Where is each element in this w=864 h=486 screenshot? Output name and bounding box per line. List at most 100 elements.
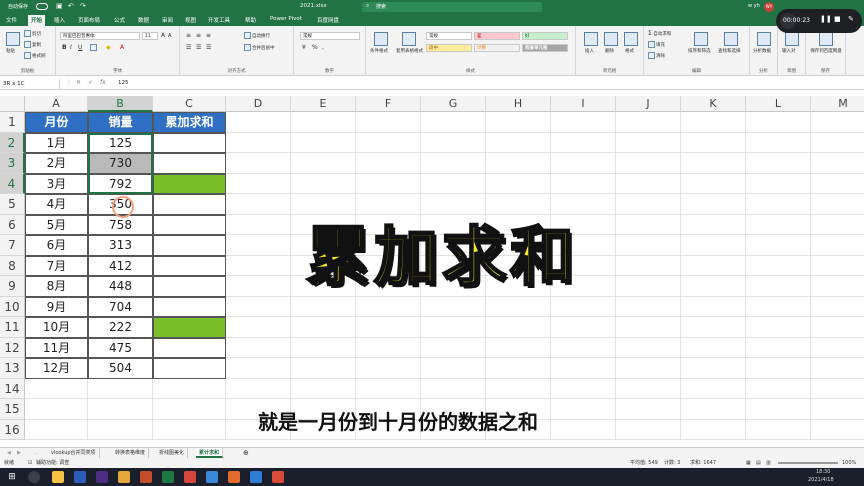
row-header-10[interactable]: 10 xyxy=(0,296,25,317)
tab-insert[interactable]: 插入 xyxy=(54,16,65,24)
cell[interactable] xyxy=(616,399,681,420)
table-header-cell[interactable]: 月份 xyxy=(25,112,88,133)
app-icon-4[interactable] xyxy=(250,471,262,483)
cell[interactable] xyxy=(226,317,291,338)
wrap-text-button[interactable]: 自动换行 xyxy=(244,32,270,39)
table-header-cell[interactable]: 累加求和 xyxy=(153,112,226,133)
cut-button[interactable]: 剪切 xyxy=(24,30,41,37)
number-format-select[interactable]: 常规 xyxy=(300,32,360,40)
cell[interactable] xyxy=(616,276,681,297)
align-top-icon[interactable]: ≡ xyxy=(186,32,191,39)
cell[interactable] xyxy=(551,378,616,399)
align-left-icon[interactable]: ☰ xyxy=(186,44,191,51)
cell[interactable] xyxy=(616,296,681,317)
align-right-icon[interactable]: ☰ xyxy=(206,44,211,51)
cell[interactable] xyxy=(746,173,811,194)
tab-developer[interactable]: 开发工具 xyxy=(208,16,230,24)
cell[interactable] xyxy=(811,235,864,256)
column-header-c[interactable]: C xyxy=(153,96,226,112)
autosave-toggle[interactable] xyxy=(36,3,48,10)
cell[interactable] xyxy=(746,235,811,256)
cell[interactable] xyxy=(681,358,746,379)
row-header-4[interactable]: 4 xyxy=(0,173,25,194)
row-header-13[interactable]: 13 xyxy=(0,358,25,379)
cell[interactable] xyxy=(226,358,291,379)
add-sheet-icon[interactable]: ⊕ xyxy=(240,448,252,458)
cell[interactable] xyxy=(681,296,746,317)
sheet-tab-transform[interactable]: 转换表格维度 xyxy=(112,448,150,458)
cell[interactable] xyxy=(421,132,486,153)
cell[interactable] xyxy=(356,132,421,153)
name-box[interactable]: 3R x 1C xyxy=(0,79,60,89)
cell[interactable] xyxy=(421,296,486,317)
cell[interactable] xyxy=(551,173,616,194)
shrink-font-icon[interactable]: A xyxy=(168,33,171,39)
cell[interactable] xyxy=(746,317,811,338)
cell[interactable] xyxy=(486,337,551,358)
sales-cell[interactable]: 125 xyxy=(88,132,153,153)
cumulative-cell[interactable] xyxy=(153,235,226,256)
cell[interactable] xyxy=(616,378,681,399)
sheet-tab-line-chart[interactable]: 折线图美化 xyxy=(156,448,189,458)
copy-button[interactable]: 复制 xyxy=(24,41,41,48)
sales-cell[interactable]: 313 xyxy=(88,235,153,256)
cumulative-cell[interactable] xyxy=(153,153,226,174)
cell[interactable] xyxy=(356,378,421,399)
row-header-6[interactable]: 6 xyxy=(0,214,25,235)
cumulative-cell[interactable] xyxy=(153,132,226,153)
cell[interactable] xyxy=(25,378,88,399)
cell[interactable] xyxy=(291,173,356,194)
style-normal[interactable]: 常规 xyxy=(426,32,472,40)
cell[interactable] xyxy=(811,133,864,153)
zoom-level[interactable]: 100% xyxy=(842,458,856,468)
cell[interactable] xyxy=(551,399,616,420)
app-icon-3[interactable] xyxy=(206,471,218,483)
insert-button[interactable]: 插入 xyxy=(585,48,594,54)
tab-view[interactable]: 视图 xyxy=(185,16,196,24)
row-header-16[interactable]: 16 xyxy=(0,419,25,440)
cell[interactable] xyxy=(356,112,421,133)
cell[interactable] xyxy=(681,153,746,174)
cell[interactable] xyxy=(811,215,864,235)
cell[interactable] xyxy=(551,317,616,338)
save-baidu-button[interactable]: 保存到百度网盘 xyxy=(808,48,844,54)
cell[interactable] xyxy=(616,358,681,379)
sort-filter-button[interactable]: 排序和筛选 xyxy=(688,48,711,54)
cloud-save-icon[interactable] xyxy=(819,32,833,46)
cell[interactable] xyxy=(486,378,551,399)
cumulative-cell[interactable] xyxy=(153,358,226,379)
row-header-8[interactable]: 8 xyxy=(0,255,25,276)
page-layout-view-icon[interactable]: ▤ xyxy=(756,458,761,468)
column-header-a[interactable]: A xyxy=(25,96,88,112)
cell[interactable] xyxy=(153,378,226,399)
formula-input[interactable]: 125 xyxy=(118,80,129,86)
next-sheet-icon[interactable]: ▶ xyxy=(14,448,24,458)
cell[interactable] xyxy=(291,296,356,317)
cell[interactable] xyxy=(616,235,681,256)
cell[interactable] xyxy=(681,112,746,133)
cell[interactable] xyxy=(226,296,291,317)
delete-button[interactable]: 删除 xyxy=(605,48,614,54)
tab-file[interactable]: 文件 xyxy=(6,16,17,24)
cumulative-cell[interactable] xyxy=(153,255,226,276)
excel-icon[interactable] xyxy=(162,471,174,483)
redo-icon[interactable]: ↷ xyxy=(80,2,86,10)
cumulative-cell[interactable] xyxy=(153,337,226,358)
column-header-l[interactable]: L xyxy=(746,96,811,112)
app-icon-1[interactable] xyxy=(140,471,152,483)
table-format-icon[interactable] xyxy=(402,32,416,46)
delete-cell-icon[interactable] xyxy=(604,32,618,46)
month-cell[interactable]: 12月 xyxy=(25,358,88,379)
style-good[interactable]: 好 xyxy=(522,32,568,40)
row-header-2[interactable]: 2 xyxy=(0,132,25,153)
cell[interactable] xyxy=(486,358,551,379)
cell[interactable] xyxy=(746,194,811,215)
undo-icon[interactable]: ↶ xyxy=(68,2,74,10)
month-cell[interactable]: 2月 xyxy=(25,153,88,174)
style-bad[interactable]: 差 xyxy=(474,32,520,40)
border-icon[interactable] xyxy=(90,44,98,51)
stop-icon[interactable]: ■ xyxy=(834,15,841,23)
cell[interactable] xyxy=(421,378,486,399)
cell[interactable] xyxy=(811,420,864,440)
format-cell-icon[interactable] xyxy=(624,32,638,46)
